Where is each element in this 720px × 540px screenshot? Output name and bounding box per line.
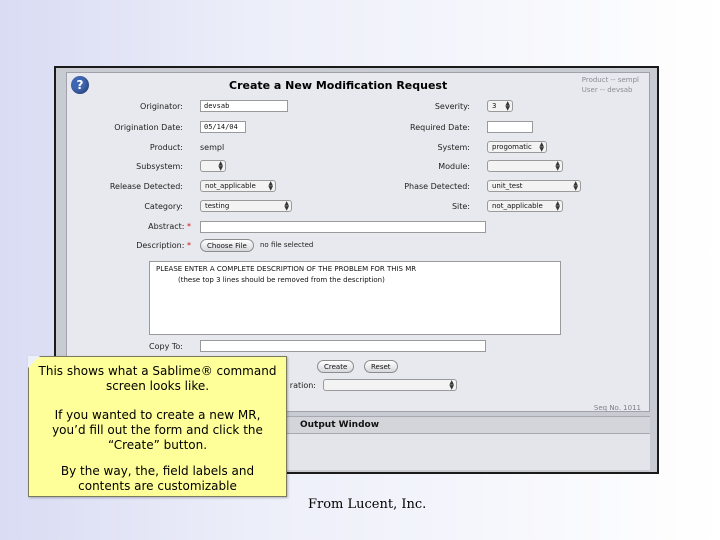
required-date-label: Required Date: — [410, 123, 470, 132]
system-select[interactable]: progomatic ▲ ▼ — [487, 141, 547, 153]
explanation-callout: This shows what a Sablime® command scree… — [28, 356, 287, 497]
callout-text-2: If you wanted to create a new MR, you’d … — [52, 408, 263, 452]
origination-date-input[interactable]: 05/14/04 — [200, 121, 246, 133]
chevron-updown-icon: ▲ ▼ — [505, 100, 510, 112]
chevron-updown-icon: ▲ ▼ — [449, 379, 454, 391]
module-select[interactable]: ▲ ▼ — [487, 160, 563, 172]
severity-value: 3 — [492, 102, 497, 110]
chevron-updown-icon: ▲ ▼ — [555, 200, 560, 212]
chevron-updown-icon: ▲ ▼ — [268, 180, 273, 192]
chevron-updown-icon: ▲ ▼ — [284, 200, 289, 212]
chevron-updown-icon: ▲ ▼ — [555, 160, 560, 172]
module-label: Module: — [438, 162, 470, 171]
category-select[interactable]: testing ▲ ▼ — [200, 200, 292, 212]
phase-detected-value: unit_test — [492, 182, 523, 190]
system-label: System: — [437, 143, 470, 152]
required-marker: * — [187, 241, 191, 250]
severity-label: Severity: — [434, 102, 470, 111]
reset-button[interactable]: Reset — [364, 360, 398, 373]
copy-to-label: Copy To: — [149, 342, 183, 351]
chevron-updown-icon: ▲ ▼ — [218, 160, 223, 172]
help-icon[interactable]: ? — [71, 76, 89, 94]
category-label: Category: — [144, 202, 183, 211]
choose-file-button[interactable]: Choose File — [200, 239, 254, 252]
site-select[interactable]: not_applicable ▲ ▼ — [487, 200, 563, 212]
description-line: (these top 3 lines should be removed fro… — [178, 276, 385, 284]
description-line: PLEASE ENTER A COMPLETE DESCRIPTION OF T… — [156, 265, 417, 273]
severity-select[interactable]: 3 ▲ ▼ — [487, 100, 513, 112]
category-value: testing — [205, 202, 230, 210]
site-label: Site: — [451, 202, 470, 211]
description-label-text: Description: — [136, 241, 185, 250]
chevron-updown-icon: ▲ ▼ — [539, 141, 544, 153]
user-info: User -- devsab — [581, 86, 633, 94]
originator-input[interactable]: devsab — [200, 100, 288, 112]
description-label: Description: * — [136, 241, 191, 250]
system-value: progomatic — [492, 143, 532, 151]
source-credit: From Lucent, Inc. — [308, 497, 427, 512]
originator-label: Originator: — [140, 102, 183, 111]
required-date-input[interactable] — [487, 121, 533, 133]
subsystem-label: Subsystem: — [136, 162, 183, 171]
abstract-input[interactable] — [200, 221, 486, 233]
output-window-title: Output Window — [300, 420, 380, 430]
product-info: Product -- sempl — [581, 76, 639, 84]
product-user-info: Product -- sempl User -- devsab — [582, 75, 639, 95]
subsystem-select[interactable]: ▲ ▼ — [200, 160, 226, 172]
site-value: not_applicable — [492, 202, 543, 210]
chevron-updown-icon: ▲ ▼ — [573, 180, 578, 192]
product-label: Product: — [149, 143, 183, 152]
partial-field-label: ration: — [289, 381, 316, 390]
abstract-label: Abstract: * — [148, 222, 191, 231]
form-title: Create a New Modification Request — [229, 79, 448, 92]
callout-text-1: This shows what a Sablime® command scree… — [38, 364, 277, 393]
origination-date-label: Origination Date: — [114, 123, 183, 132]
file-status: no file selected — [260, 241, 314, 249]
description-textarea[interactable]: PLEASE ENTER A COMPLETE DESCRIPTION OF T… — [149, 261, 561, 335]
partial-field-select[interactable]: ▲ ▼ — [323, 379, 457, 391]
sequence-number: Seq No. 1011 — [593, 404, 641, 412]
phase-detected-select[interactable]: unit_test ▲ ▼ — [487, 180, 581, 192]
callout-text-3: By the way, the, field labels and conten… — [60, 464, 255, 493]
phase-detected-label: Phase Detected: — [404, 182, 470, 191]
release-detected-label: Release Detected: — [109, 182, 183, 191]
release-detected-value: not_applicable — [205, 182, 256, 190]
release-detected-select[interactable]: not_applicable ▲ ▼ — [200, 180, 276, 192]
abstract-label-text: Abstract: — [148, 222, 185, 231]
copy-to-input[interactable] — [200, 340, 486, 352]
required-marker: * — [187, 222, 191, 231]
create-button[interactable]: Create — [317, 360, 355, 373]
product-value: sempl — [200, 143, 225, 152]
